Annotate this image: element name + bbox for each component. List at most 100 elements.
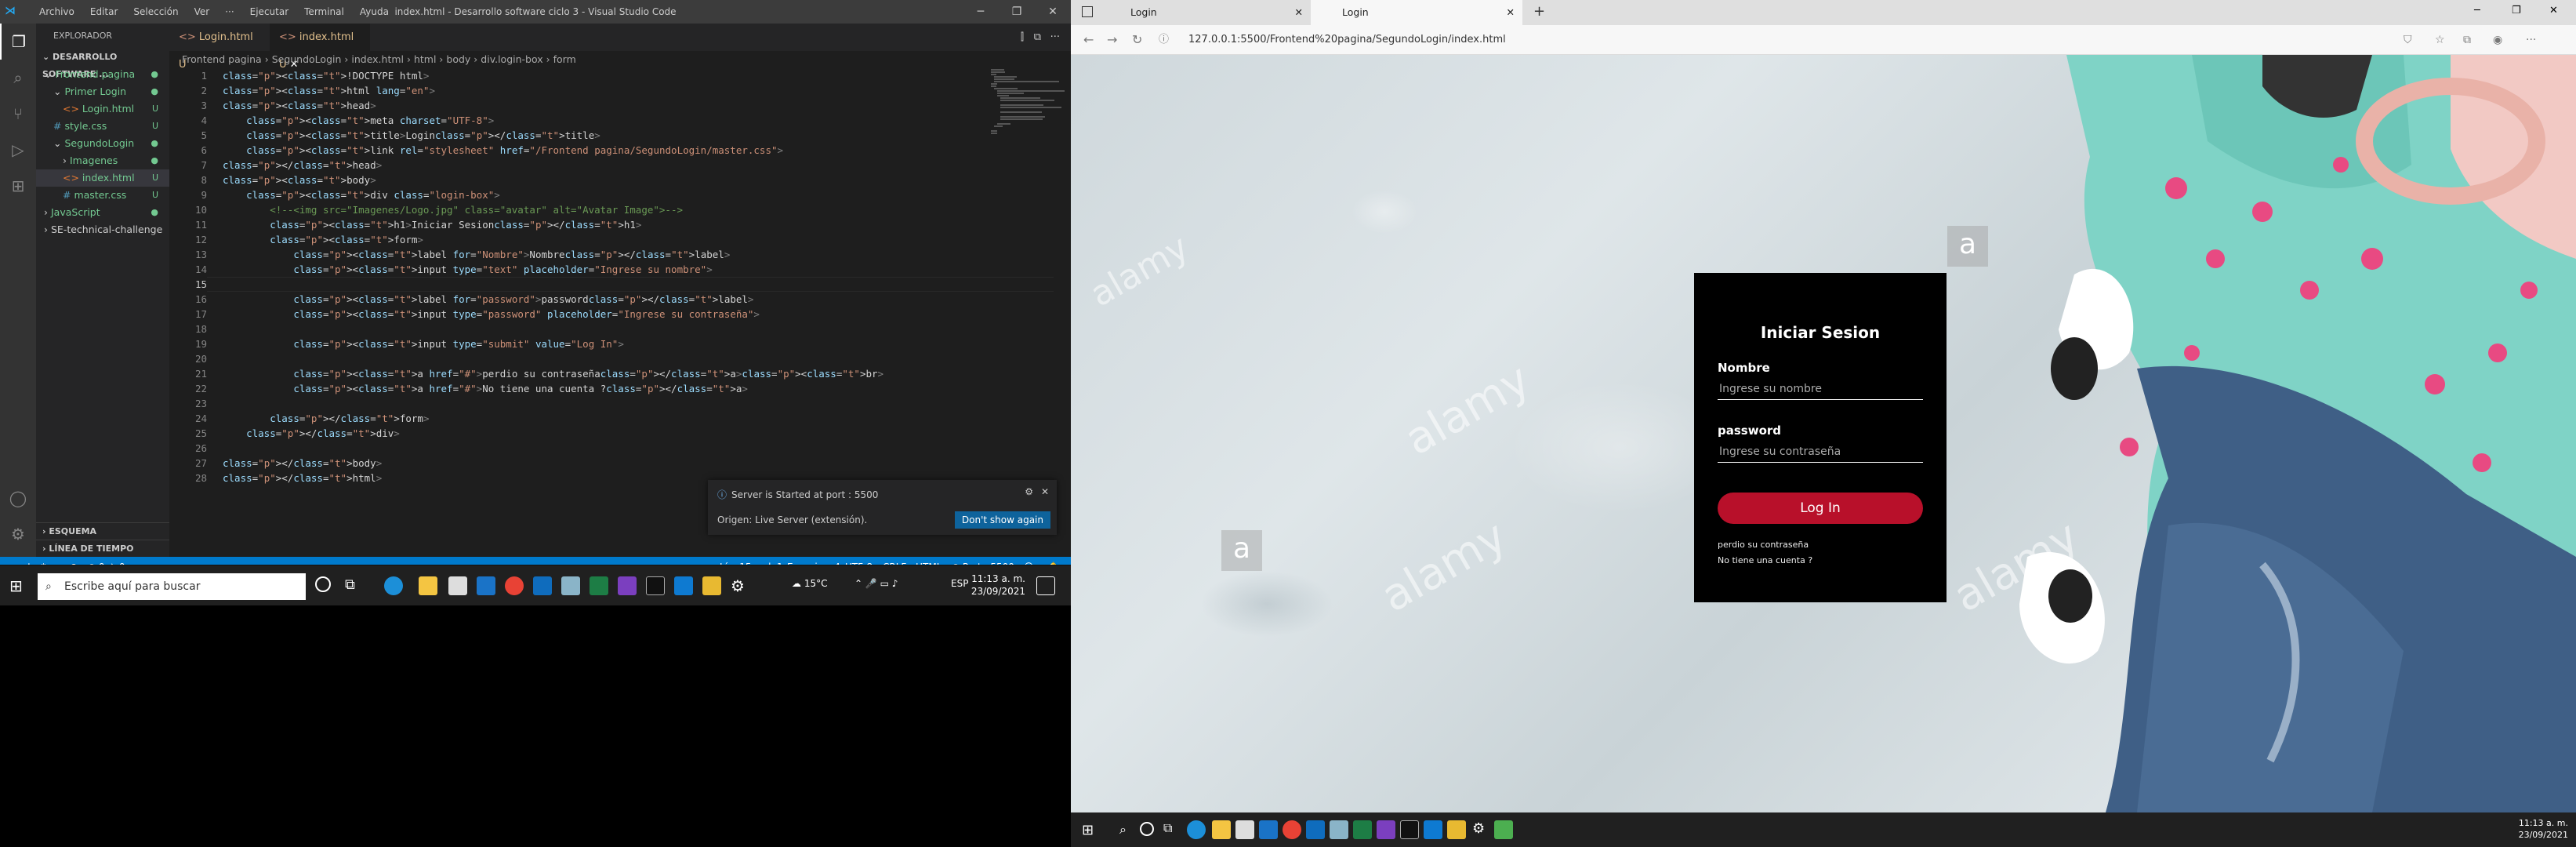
search-icon[interactable]: ⌕ — [1119, 822, 1127, 838]
code-line[interactable]: class="p"><class="t">meta charset="UTF-8… — [223, 113, 494, 128]
code-line[interactable]: class="p"><class="t">a href="#">perdio s… — [223, 366, 883, 381]
code-line[interactable]: class="p"><class="t">div class="login-bo… — [223, 187, 500, 202]
login-button[interactable]: Log In — [1718, 493, 1923, 524]
reload-icon[interactable]: ↻ — [1132, 25, 1142, 55]
more-actions-icon[interactable]: ··· — [1050, 31, 1060, 43]
git-icon[interactable] — [702, 576, 721, 595]
menu-item[interactable]: Ayuda — [352, 0, 397, 24]
windows-start-icon[interactable]: ⊞ — [9, 576, 23, 595]
tree-item[interactable]: <> index.html U — [36, 169, 169, 187]
tab-actions-icon[interactable] — [1082, 6, 1093, 17]
browser-tab-2[interactable]: Login ✕ — [1311, 0, 1522, 25]
code-line[interactable]: class="p"><class="t">input type="text" p… — [223, 262, 712, 277]
gear-icon[interactable]: ⚙ — [0, 516, 36, 552]
vscode-taskbar-icon[interactable] — [1424, 820, 1442, 839]
menu-item[interactable]: Ver — [187, 0, 218, 24]
notification-gear-icon[interactable]: ⚙ — [1025, 486, 1033, 497]
dont-show-again-button[interactable]: Don't show again — [954, 511, 1050, 529]
code-line[interactable]: class="p"><class="t">!DOCTYPE html> — [223, 68, 429, 83]
tree-item[interactable]: ⌄ SegundoLogin ● — [36, 135, 169, 152]
tree-item[interactable]: <> Login.html U — [36, 100, 169, 118]
store-icon[interactable] — [1235, 820, 1254, 839]
url-field[interactable]: 127.0.0.1:5500/Frontend%20pagina/Segundo… — [1188, 25, 1506, 55]
code-line[interactable]: class="p"><class="t">h1>Iniciar Sesioncl… — [223, 217, 641, 232]
notification-close-icon[interactable]: ✕ — [1041, 486, 1049, 497]
breadcrumb-item[interactable]: Frontend pagina — [182, 53, 262, 65]
run-debug-icon[interactable]: ▷ — [0, 132, 36, 168]
tree-item[interactable]: # master.css U — [36, 187, 169, 204]
teams-icon[interactable] — [1377, 820, 1395, 839]
tree-item[interactable]: › SE-technical-challenge — [36, 221, 169, 238]
code-line[interactable]: class="p"><class="t">link rel="styleshee… — [223, 143, 783, 158]
code-line[interactable]: class="p"><class="t">body> — [223, 173, 376, 187]
cortana-icon[interactable] — [1140, 822, 1154, 836]
code-line[interactable]: class="p"><class="t">input type="passwor… — [223, 307, 760, 322]
file-explorer-icon[interactable] — [1212, 820, 1231, 839]
task-view-icon[interactable]: ⧉ — [345, 576, 364, 595]
teams-icon[interactable] — [618, 576, 637, 595]
code-line[interactable]: class="p"></class="t">head> — [223, 158, 382, 173]
code-line[interactable]: class="p"><class="t">title>Loginclass="p… — [223, 128, 600, 143]
taskbar-search[interactable]: ⌕ Escribe aquí para buscar — [38, 573, 306, 600]
code-line[interactable]: class="p"></class="t">html> — [223, 471, 382, 485]
tab-login-html[interactable]: <> Login.html U — [169, 24, 270, 71]
cortana-icon[interactable] — [315, 576, 331, 592]
menu-item[interactable]: Selección — [125, 0, 186, 24]
breadcrumb-item[interactable]: form — [553, 53, 576, 65]
terminal-icon[interactable] — [1400, 820, 1419, 839]
tracking-icon[interactable]: ⛉ — [2404, 25, 2412, 55]
breadcrumb-item[interactable]: body — [446, 53, 470, 65]
collections-icon[interactable]: ⧉ — [2463, 25, 2471, 55]
code-line[interactable]: class="p"><class="t">form> — [223, 232, 423, 247]
favorites-icon[interactable]: ☆ — [2435, 25, 2445, 55]
maximize-button[interactable]: ❐ — [2512, 5, 2521, 16]
search-icon[interactable]: ⌕ — [0, 60, 36, 96]
tree-item[interactable]: › JavaScript ● — [36, 204, 169, 221]
windows-start-icon[interactable]: ⊞ — [1082, 822, 1094, 838]
menu-item[interactable]: ··· — [217, 0, 241, 24]
new-tab-button[interactable]: + — [1533, 3, 1545, 20]
site-info-icon[interactable]: ⓘ — [1159, 25, 1169, 55]
close-button[interactable]: ✕ — [1035, 0, 1071, 24]
profile-icon[interactable]: ◉ — [2493, 25, 2502, 55]
timeline-section[interactable]: › LÍNEA DE TIEMPO — [36, 540, 169, 557]
vscode-taskbar-icon[interactable] — [674, 576, 693, 595]
settings-more-icon[interactable]: ··· — [2526, 25, 2536, 55]
task-view-icon[interactable]: ⧉ — [1163, 820, 1172, 836]
language-indicator[interactable]: ESP — [951, 578, 968, 589]
explorer-icon[interactable]: ❐ — [0, 24, 36, 60]
action-center-icon[interactable] — [1036, 576, 1055, 595]
account-icon[interactable]: ◯ — [0, 480, 36, 516]
code-line[interactable]: <!--<img src="Imagenes/Logo.jpg" class="… — [223, 202, 683, 217]
code-line[interactable]: class="p"></class="t">div> — [223, 426, 400, 441]
tree-item[interactable]: › Imagenes ● — [36, 152, 169, 169]
code-line[interactable]: class="p"><class="t">input type="submit"… — [223, 336, 624, 351]
register-link[interactable]: No tiene una cuenta ? — [1718, 555, 1812, 565]
tab-index-html[interactable]: <> index.html U ✕ — [270, 24, 370, 71]
code-line[interactable]: class="p"><class="t">a href="#">No tiene… — [223, 381, 748, 396]
chrome-icon[interactable] — [505, 576, 524, 595]
menu-item[interactable]: Archivo — [31, 0, 82, 24]
extensions-icon[interactable]: ⊞ — [0, 168, 36, 204]
open-changes-icon[interactable]: ⧉ — [1034, 31, 1041, 43]
forward-icon[interactable]: → — [1107, 25, 1117, 55]
back-icon[interactable]: ← — [1083, 25, 1094, 55]
mail-icon[interactable] — [1259, 820, 1278, 839]
git-icon[interactable] — [1447, 820, 1466, 839]
code-line[interactable]: class="p"><class="t">html lang="en"> — [223, 83, 435, 98]
breadcrumb-item[interactable]: div.login-box — [481, 53, 542, 65]
source-control-icon[interactable]: ⑂ — [0, 96, 36, 132]
code-line[interactable]: class="p"><class="t">label for="password… — [223, 292, 753, 307]
taskbar-clock[interactable]: 11:13 a. m. 23/09/2021 — [969, 573, 1025, 598]
breadcrumb-item[interactable]: index.html — [351, 53, 404, 65]
tray-icons[interactable]: ⌃ 🎤 ▭ ♪ — [854, 578, 898, 589]
notepad-icon[interactable] — [1494, 820, 1513, 839]
tree-item[interactable]: # style.css U — [36, 118, 169, 135]
taskbar-clock[interactable]: 11:13 a. m. 23/09/2021 — [2505, 817, 2568, 841]
weather[interactable]: ☁ 15°C — [792, 578, 827, 589]
menu-item[interactable]: Editar — [82, 0, 126, 24]
edge-icon[interactable] — [384, 576, 403, 595]
name-input[interactable]: Ingrese su nombre — [1718, 378, 1923, 400]
close-button[interactable]: ✕ — [2549, 5, 2558, 16]
excel-icon[interactable] — [590, 576, 608, 595]
